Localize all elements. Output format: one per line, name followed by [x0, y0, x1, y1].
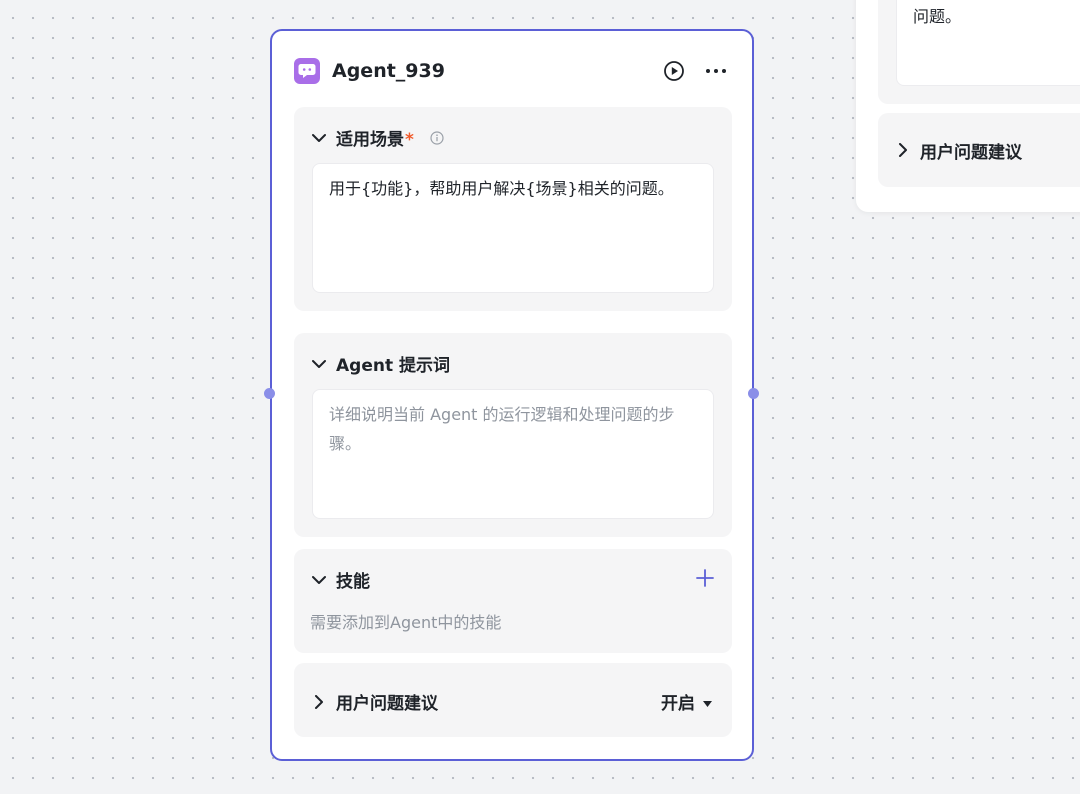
caret-down-icon: [703, 692, 712, 712]
prompt-title: Agent 提示词: [336, 356, 451, 376]
adjacent-scenario-section: 问题。: [878, 0, 1080, 104]
skills-hint: 需要添加到Agent中的技能: [310, 613, 502, 632]
suggestions-title: 用户问题建议: [336, 694, 438, 714]
plus-icon[interactable]: [694, 567, 716, 589]
suggestions-header[interactable]: 用户问题建议: [312, 689, 438, 714]
scenario-title: 适用场景*: [336, 125, 414, 150]
adjacent-suggestions-section[interactable]: 用户问题建议: [878, 113, 1080, 187]
suggestions-section: 用户问题建议 开启: [294, 663, 732, 737]
prompt-section: Agent 提示词 详细说明当前 Agent 的运行逻辑和处理问题的步骤。: [294, 333, 732, 537]
chevron-down-icon[interactable]: [312, 573, 326, 587]
chevron-down-icon[interactable]: [312, 357, 326, 371]
chevron-right-icon[interactable]: [312, 694, 326, 709]
node-header: Agent_939: [294, 57, 730, 85]
scenario-title-text: 适用场景: [336, 130, 404, 150]
chevron-right-icon[interactable]: [896, 143, 910, 157]
scenario-textarea[interactable]: 用于{功能}，帮助用户解决{场景}相关的问题。: [312, 163, 714, 293]
suggestions-toggle-dropdown[interactable]: 开启: [661, 689, 712, 714]
scenario-header[interactable]: 适用场景*: [312, 125, 444, 150]
toggle-value: 开启: [661, 694, 695, 714]
adjacent-scenario-textbox[interactable]: 问题。: [896, 0, 1080, 86]
node-title: Agent_939: [332, 60, 445, 82]
chat-bubble-icon: [294, 58, 320, 84]
skills-header[interactable]: 技能: [312, 567, 370, 592]
input-handle[interactable]: [264, 388, 275, 399]
play-icon[interactable]: [660, 57, 688, 85]
scenario-section: 适用场景* 用于{功能}，帮助用户解决{场景}相关的问题。: [294, 107, 732, 311]
adjacent-agent-node[interactable]: 问题。 用户问题建议: [856, 0, 1080, 212]
required-mark: *: [405, 130, 414, 150]
skills-title: 技能: [336, 572, 370, 592]
adjacent-suggestions-title: 用户问题建议: [920, 142, 1022, 163]
output-handle[interactable]: [748, 388, 759, 399]
more-icon[interactable]: [702, 57, 730, 85]
prompt-header[interactable]: Agent 提示词: [312, 351, 450, 376]
info-icon[interactable]: [430, 130, 444, 145]
prompt-textarea[interactable]: 详细说明当前 Agent 的运行逻辑和处理问题的步骤。: [312, 389, 714, 519]
chevron-down-icon[interactable]: [312, 131, 326, 145]
adjacent-scenario-text: 问题。: [913, 7, 962, 26]
agent-node[interactable]: Agent_939 适用场景* 用于{功能}，帮助用户解决{场景}相关的问题。 …: [270, 29, 754, 761]
skills-section: 技能 需要添加到Agent中的技能: [294, 549, 732, 653]
